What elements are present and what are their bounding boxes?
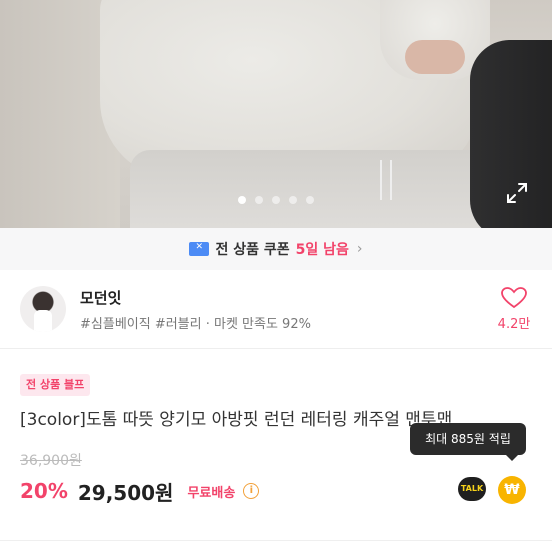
info-icon[interactable]: i [243,483,260,499]
chevron-right-icon: › [356,241,363,257]
pagination-dot[interactable] [289,196,297,204]
original-price: 36,900원 [20,453,82,469]
like-count: 4.2만 [497,317,531,332]
shop-avatar[interactable] [20,286,66,332]
shipping-label: 무료배송 [187,485,236,501]
coupon-icon [189,242,210,256]
heart-icon[interactable] [501,287,527,309]
coupon-days-left: 5일 남음 [295,242,349,258]
shop-info[interactable]: 모던잇 #심플베이직 #러블리 · 마켓 만족도 92% 4.2만 [0,270,552,349]
product-title: [3color]도톰 따뜻 양기모 아방핏 런던 레터링 캐주얼 맨투맨 [20,410,453,430]
product-image[interactable] [0,0,552,228]
pagination-dot[interactable] [306,196,314,204]
drawstring-graphic [380,160,392,200]
expand-icon[interactable] [505,181,529,205]
pagination-dot[interactable] [272,196,280,204]
discount-rate: 20% [20,479,68,503]
coin-icon[interactable]: ₩ [498,476,526,504]
divider [0,540,552,541]
pagination-dot[interactable] [255,196,263,204]
price-row: 20% 29,500원 무료배송 i [20,476,260,506]
pagination-dot[interactable] [238,196,246,204]
sale-price: 29,500원 [77,480,174,505]
shop-name[interactable]: 모던잇 [80,287,121,308]
gallery-pagination [0,196,552,204]
points-tooltip: 최대 885원 적립 [410,423,526,461]
hand-graphic [405,40,465,74]
talk-icon[interactable]: TALK [458,477,486,501]
promo-badge: 전 상품 블프 [20,374,91,396]
coupon-banner[interactable]: 전 상품 쿠폰 5일 남음 › [0,228,552,270]
pants-graphic [130,150,490,228]
coupon-text: 전 상품 쿠폰 [215,242,290,258]
shop-tags: #심플베이직 #러블리 · 마켓 만족도 92% [80,317,311,332]
